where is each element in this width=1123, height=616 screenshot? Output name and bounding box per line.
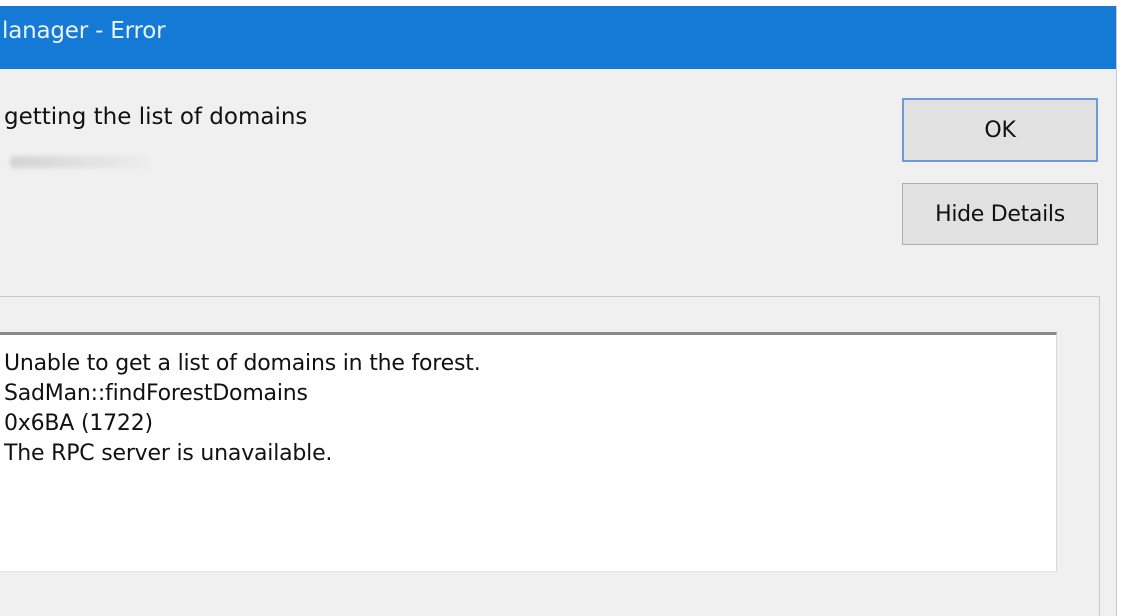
details-textbox[interactable]: Unable to get a list of domains in the f… bbox=[0, 332, 1057, 572]
detail-line: The RPC server is unavailable. bbox=[4, 441, 333, 466]
error-message: getting the list of domains bbox=[4, 104, 308, 130]
detail-line: Unable to get a list of domains in the f… bbox=[4, 351, 481, 376]
detail-line: SadMan::findForestDomains bbox=[4, 381, 308, 406]
title-bar[interactable]: lanager - Error bbox=[0, 6, 1116, 69]
ok-button[interactable]: OK bbox=[902, 98, 1098, 162]
screen: lanager - Error getting the list of doma… bbox=[0, 0, 1123, 616]
hide-details-button[interactable]: Hide Details bbox=[902, 183, 1098, 245]
hide-details-label: Hide Details bbox=[935, 201, 1065, 227]
blurred-subtext bbox=[10, 156, 150, 168]
error-dialog: lanager - Error getting the list of doma… bbox=[0, 6, 1117, 616]
detail-line: 0x6BA (1722) bbox=[4, 411, 153, 436]
focus-rect bbox=[907, 103, 1093, 157]
window-title: lanager - Error bbox=[2, 18, 166, 44]
